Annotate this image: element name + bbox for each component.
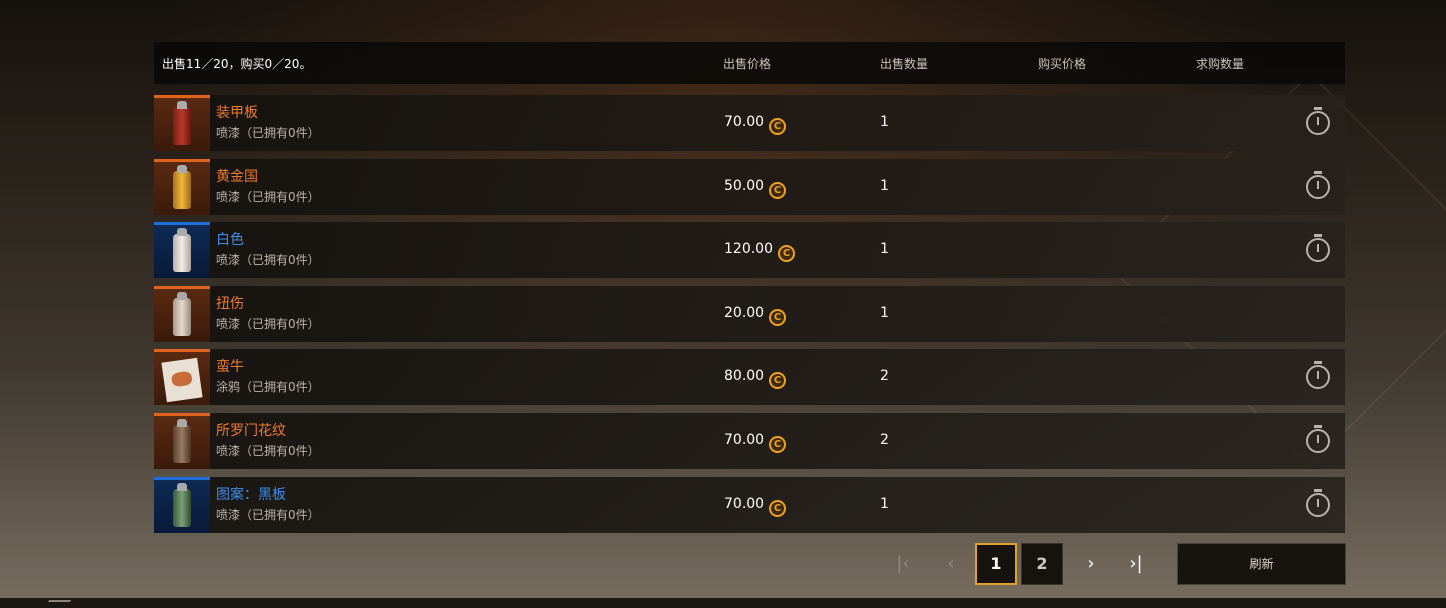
- sell-quantity: 1: [880, 178, 889, 194]
- white-spray-can-icon: [173, 228, 191, 272]
- listing-summary: 出售11／20，购买0／20。: [162, 57, 312, 71]
- item-name: 所罗门花纹: [216, 423, 286, 439]
- page-button-2[interactable]: 2: [1021, 543, 1063, 585]
- column-buy-price[interactable]: 购买价格: [1038, 55, 1086, 72]
- listing-row[interactable]: 黄金国 喷漆（已拥有0件） 50.00 C 1: [154, 159, 1345, 215]
- price-value: 70.00: [724, 114, 765, 130]
- item-name: 扭伤: [216, 296, 244, 312]
- timer-icon[interactable]: [1306, 361, 1330, 389]
- price-value: 50.00: [724, 178, 765, 194]
- coin-icon: C: [769, 182, 787, 199]
- timer-icon[interactable]: [1306, 425, 1330, 453]
- item-thumbnail: [154, 477, 210, 533]
- sell-quantity: 1: [880, 305, 889, 321]
- item-name: 黄金国: [216, 169, 258, 185]
- sell-quantity: 1: [880, 241, 889, 257]
- item-type: 喷漆（已拥有0件）: [216, 253, 320, 267]
- listing-row[interactable]: 扭伤 喷漆（已拥有0件） 20.00 C 1: [154, 286, 1345, 342]
- column-buy-quantity[interactable]: 求购数量: [1196, 55, 1244, 72]
- red-spray-can-icon: [173, 101, 191, 145]
- timer-icon[interactable]: [1306, 171, 1330, 199]
- item-type: 喷漆（已拥有0件）: [216, 444, 320, 458]
- listing-row[interactable]: 白色 喷漆（已拥有0件） 120.00 C 1: [154, 222, 1345, 278]
- item-type: 喷漆（已拥有0件）: [216, 317, 320, 331]
- item-name: 图案：黑板: [216, 487, 286, 503]
- bull-graffiti-icon: [161, 357, 203, 403]
- refresh-button[interactable]: 刷新: [1177, 543, 1346, 585]
- sell-quantity: 1: [880, 114, 889, 130]
- column-sell-price[interactable]: 出售价格: [723, 55, 771, 72]
- bottom-bar: [0, 598, 1446, 608]
- item-type: 喷漆（已拥有0件）: [216, 126, 320, 140]
- item-thumbnail: [154, 413, 210, 469]
- coin-icon: C: [769, 118, 787, 135]
- sell-price: 20.00 C: [724, 305, 787, 326]
- listing-row[interactable]: 所罗门花纹 喷漆（已拥有0件） 70.00 C 2: [154, 413, 1345, 469]
- coin-icon: C: [778, 245, 795, 262]
- first-page-icon[interactable]: |‹: [890, 543, 916, 585]
- coin-icon: C: [769, 309, 787, 326]
- item-thumbnail: [154, 159, 210, 215]
- last-page-icon[interactable]: ›|: [1122, 543, 1150, 585]
- sell-price: 70.00 C: [724, 114, 787, 135]
- item-name: 装甲板: [216, 105, 258, 121]
- price-value: 70.00: [724, 432, 765, 448]
- price-value: 120.00: [724, 241, 773, 257]
- timer-icon[interactable]: [1306, 234, 1330, 262]
- next-page-icon[interactable]: ›: [1078, 543, 1104, 585]
- item-thumbnail: [154, 349, 210, 405]
- item-type: 涂鸦（已拥有0件）: [216, 380, 320, 394]
- listing-row[interactable]: 装甲板 喷漆（已拥有0件） 70.00 C 1: [154, 95, 1345, 151]
- sell-quantity: 2: [880, 432, 889, 448]
- item-thumbnail: [154, 286, 210, 342]
- item-name: 白色: [216, 232, 244, 248]
- sell-price: 80.00 C: [724, 368, 787, 389]
- sell-price: 70.00 C: [724, 432, 787, 453]
- timer-icon[interactable]: [1306, 107, 1330, 135]
- prev-page-icon[interactable]: ‹: [938, 543, 964, 585]
- sell-quantity: 2: [880, 368, 889, 384]
- coin-icon: C: [769, 500, 787, 517]
- timer-icon[interactable]: [1306, 489, 1330, 517]
- item-name: 蛮牛: [216, 359, 244, 375]
- listing-row[interactable]: 蛮牛 涂鸦（已拥有0件） 80.00 C 2: [154, 349, 1345, 405]
- page-button-1[interactable]: 1: [975, 543, 1017, 585]
- brown-spray-can-icon: [173, 419, 191, 463]
- sell-price: 50.00 C: [724, 178, 787, 199]
- beige-spray-can-icon: [173, 292, 191, 336]
- sell-quantity: 1: [880, 496, 889, 512]
- sell-price: 120.00 C: [724, 241, 795, 262]
- yellow-spray-can-icon: [173, 165, 191, 209]
- item-thumbnail: [154, 95, 210, 151]
- green-spray-can-icon: [173, 483, 191, 527]
- coin-icon: C: [769, 372, 787, 389]
- price-value: 20.00: [724, 305, 765, 321]
- listing-row[interactable]: 图案：黑板 喷漆（已拥有0件） 70.00 C 1: [154, 477, 1345, 533]
- sell-price: 70.00 C: [724, 496, 787, 517]
- item-thumbnail: [154, 222, 210, 278]
- price-value: 70.00: [724, 496, 765, 512]
- column-sell-quantity[interactable]: 出售数量: [880, 55, 928, 72]
- market-table-header: 出售11／20，购买0／20。 出售价格 出售数量 购买价格 求购数量: [154, 42, 1345, 84]
- coin-icon: C: [769, 436, 787, 453]
- price-value: 80.00: [724, 368, 765, 384]
- item-type: 喷漆（已拥有0件）: [216, 190, 320, 204]
- item-type: 喷漆（已拥有0件）: [216, 508, 320, 522]
